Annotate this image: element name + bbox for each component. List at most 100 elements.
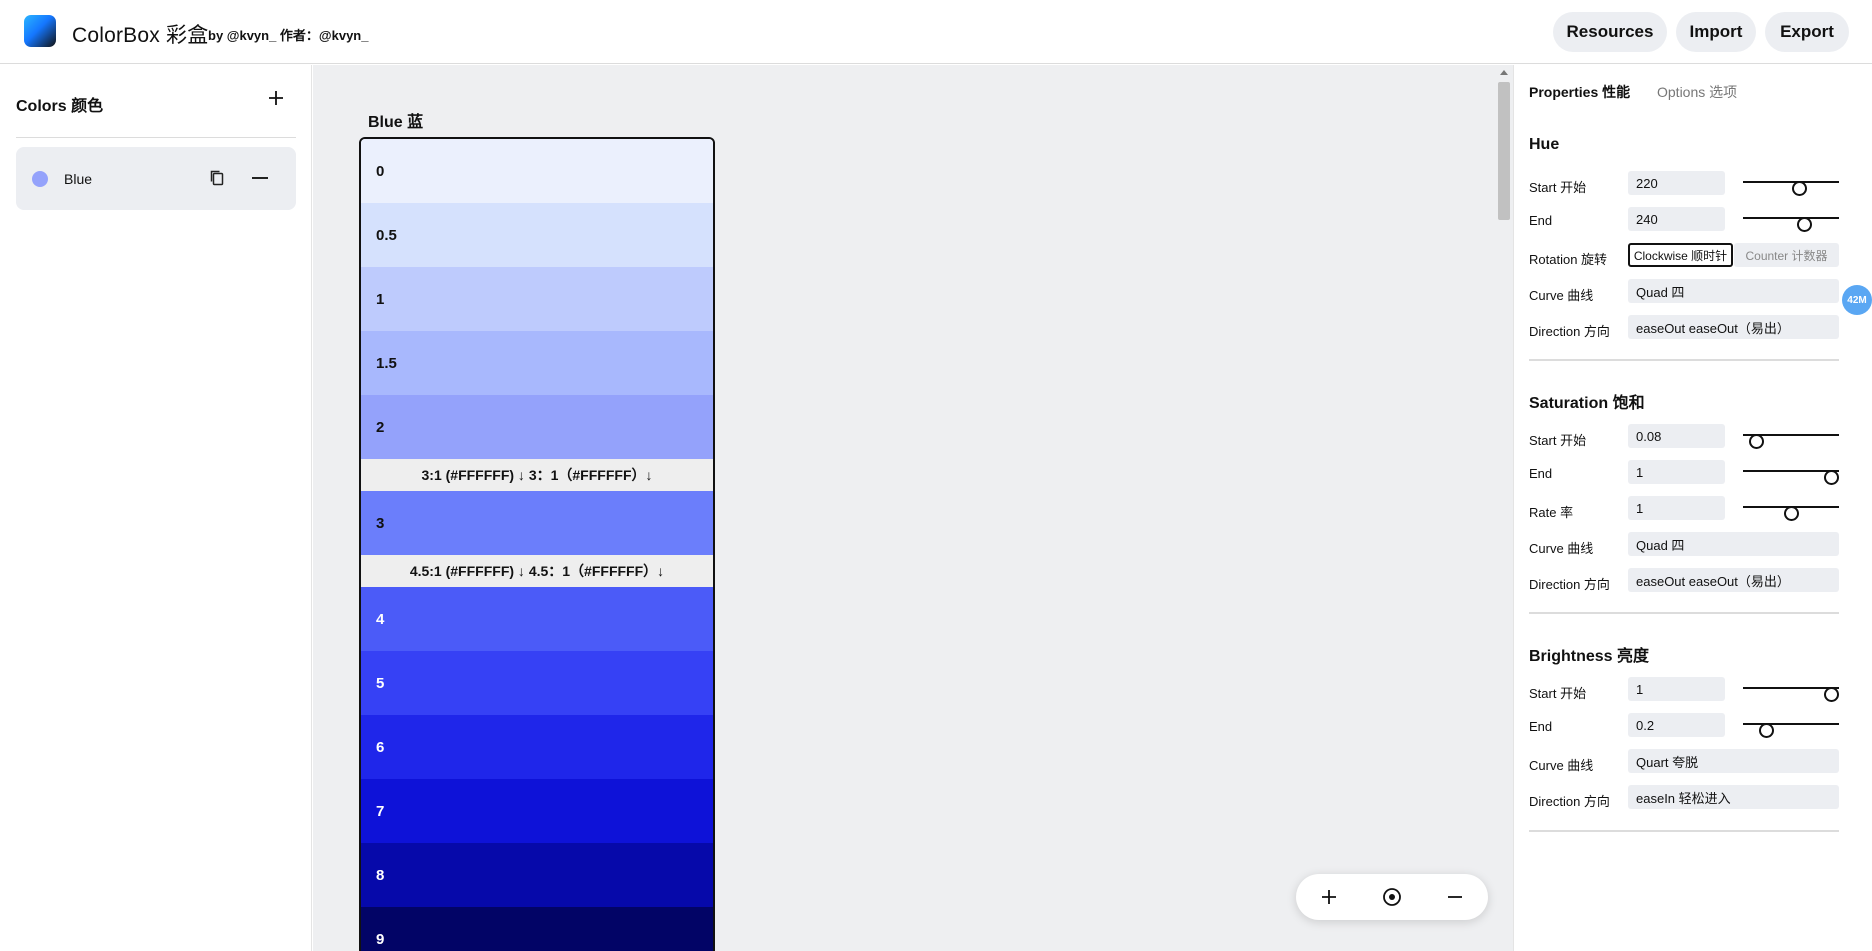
- palette-swatch-row[interactable]: 1.5: [361, 331, 713, 395]
- author-byline: by @kvyn_ 作者：@kvyn_: [208, 28, 369, 43]
- brightness-curve-label: Curve 曲线: [1529, 758, 1594, 773]
- palette-swatch-row[interactable]: 5: [361, 651, 713, 715]
- saturation-curve-label: Curve 曲线: [1529, 541, 1594, 556]
- app-header: ColorBox 彩盒 by @kvyn_ 作者：@kvyn_ Resource…: [0, 0, 1872, 64]
- section-divider: [1529, 359, 1839, 361]
- hue-start-slider[interactable]: [1743, 174, 1839, 196]
- zoom-out-icon: [1448, 896, 1462, 898]
- saturation-section-title: Saturation 饱和: [1529, 395, 1645, 412]
- memory-badge: 42M: [1842, 285, 1872, 315]
- hue-end-label: End: [1529, 213, 1553, 228]
- scrollbar-thumb[interactable]: [1498, 82, 1510, 220]
- slider-knob[interactable]: [1824, 470, 1839, 485]
- zoom-in-button[interactable]: [1314, 882, 1344, 912]
- saturation-rate-slider[interactable]: [1743, 499, 1839, 521]
- brightness-section-title: Brightness 亮度: [1529, 648, 1650, 665]
- hue-start-label: Start 开始: [1529, 180, 1587, 195]
- hue-end-slider[interactable]: [1743, 210, 1839, 232]
- slider-knob[interactable]: [1797, 217, 1813, 232]
- saturation-rate-label: Rate 率: [1529, 505, 1574, 520]
- brightness-end-label: End: [1529, 719, 1553, 734]
- saturation-start-input[interactable]: 0.08: [1628, 424, 1725, 448]
- palette-swatch-row[interactable]: 8: [361, 843, 713, 907]
- slider-track: [1743, 723, 1839, 725]
- hue-curve-label: Curve 曲线: [1529, 288, 1594, 303]
- brightness-end-slider[interactable]: [1743, 716, 1839, 738]
- brightness-curve-select[interactable]: Quart 夸脱: [1628, 749, 1839, 773]
- brightness-start-slider[interactable]: [1743, 680, 1839, 702]
- color-list-item[interactable]: Blue: [16, 147, 296, 210]
- target-icon: [1383, 888, 1401, 906]
- tab-options[interactable]: Options 选项: [1657, 82, 1737, 102]
- rotation-counter-button[interactable]: Counter 计数器: [1734, 243, 1839, 267]
- slider-knob[interactable]: [1749, 434, 1765, 449]
- brightness-direction-select[interactable]: easeIn 轻松进入: [1628, 785, 1839, 809]
- swatch-label: 8: [376, 866, 385, 884]
- hue-start-input[interactable]: 220: [1628, 171, 1725, 195]
- palette-swatch-row[interactable]: 9: [361, 907, 713, 951]
- hue-curve-select[interactable]: Quad 四: [1628, 279, 1839, 303]
- palette-swatch-row[interactable]: 4: [361, 587, 713, 651]
- swatch-label: 3: [376, 514, 385, 532]
- slider-track: [1743, 181, 1839, 183]
- brightness-start-input[interactable]: 1: [1628, 677, 1725, 701]
- contrast-indicator: 4.5:1 (#FFFFFF) ↓ 4.5：1（#FFFFFF）↓: [361, 555, 713, 587]
- slider-track: [1743, 687, 1839, 689]
- resources-button[interactable]: Resources: [1553, 12, 1667, 52]
- colorbox-logo-icon: [24, 15, 56, 47]
- slider-knob[interactable]: [1783, 506, 1799, 521]
- export-button[interactable]: Export: [1765, 12, 1849, 52]
- brightness-direction-label: Direction 方向: [1529, 794, 1610, 809]
- saturation-end-label: End: [1529, 466, 1553, 481]
- zoom-controls: [1296, 874, 1488, 920]
- palette-swatch-row[interactable]: 3: [361, 491, 713, 555]
- palette-swatch-row[interactable]: 1: [361, 267, 713, 331]
- palette-swatch-row[interactable]: 0.5: [361, 203, 713, 267]
- brightness-end-input[interactable]: 0.2: [1628, 713, 1725, 737]
- copy-icon[interactable]: [208, 169, 226, 187]
- section-divider: [1529, 830, 1839, 832]
- palette-title: Blue 蓝: [368, 114, 424, 131]
- swatch-label: 1.5: [376, 354, 397, 372]
- swatch-label: 7: [376, 802, 385, 820]
- rotation-clockwise-button[interactable]: Clockwise 顺时针: [1628, 243, 1733, 267]
- palette-swatch-row[interactable]: 0: [361, 139, 713, 203]
- slider-knob[interactable]: [1759, 723, 1775, 738]
- saturation-direction-select[interactable]: easeOut easeOut（易出）: [1628, 568, 1839, 592]
- import-button[interactable]: Import: [1676, 12, 1756, 52]
- palette-swatch-row[interactable]: 2: [361, 395, 713, 459]
- swatch-label: 9: [376, 930, 385, 948]
- plus-icon: [269, 91, 283, 105]
- palette-swatch-row[interactable]: 6: [361, 715, 713, 779]
- contrast-indicator: 3:1 (#FFFFFF) ↓ 3：1（#FFFFFF）↓: [361, 459, 713, 491]
- slider-track: [1743, 470, 1839, 472]
- scroll-up-arrow-icon[interactable]: [1500, 70, 1508, 75]
- swatch-label: 6: [376, 738, 385, 756]
- swatch-label: 5: [376, 674, 385, 692]
- saturation-curve-select[interactable]: Quad 四: [1628, 532, 1839, 556]
- section-divider: [1529, 612, 1839, 614]
- saturation-rate-input[interactable]: 1: [1628, 496, 1725, 520]
- zoom-reset-button[interactable]: [1377, 882, 1407, 912]
- properties-panel: Properties 性能 Options 选项 Hue Start 开始 22…: [1513, 65, 1872, 951]
- add-color-button[interactable]: [264, 85, 288, 109]
- palette-canvas: Blue 蓝 0 0.5 1 1.5 2 3:1 (#FFFFFF) ↓ 3：1（#FFF…: [313, 65, 1513, 951]
- app-title: ColorBox 彩盒: [72, 24, 209, 47]
- zoom-out-button[interactable]: [1440, 882, 1470, 912]
- swatch-label: 1: [376, 290, 385, 308]
- hue-direction-label: Direction 方向: [1529, 324, 1610, 339]
- remove-color-icon[interactable]: [252, 177, 268, 179]
- swatch-label: 0.5: [376, 226, 397, 244]
- saturation-start-slider[interactable]: [1743, 427, 1839, 449]
- sidebar-title: Colors 颜色: [16, 98, 104, 115]
- saturation-end-input[interactable]: 1: [1628, 460, 1725, 484]
- hue-end-input[interactable]: 240: [1628, 207, 1725, 231]
- palette-swatch-row[interactable]: 7: [361, 779, 713, 843]
- tab-properties[interactable]: Properties 性能: [1529, 82, 1630, 102]
- slider-knob[interactable]: [1824, 687, 1839, 702]
- saturation-direction-label: Direction 方向: [1529, 577, 1610, 592]
- saturation-end-slider[interactable]: [1743, 463, 1839, 485]
- hue-direction-select[interactable]: easeOut easeOut（易出）: [1628, 315, 1839, 339]
- colors-sidebar: Colors 颜色 Blue: [0, 65, 312, 951]
- slider-knob[interactable]: [1791, 181, 1807, 196]
